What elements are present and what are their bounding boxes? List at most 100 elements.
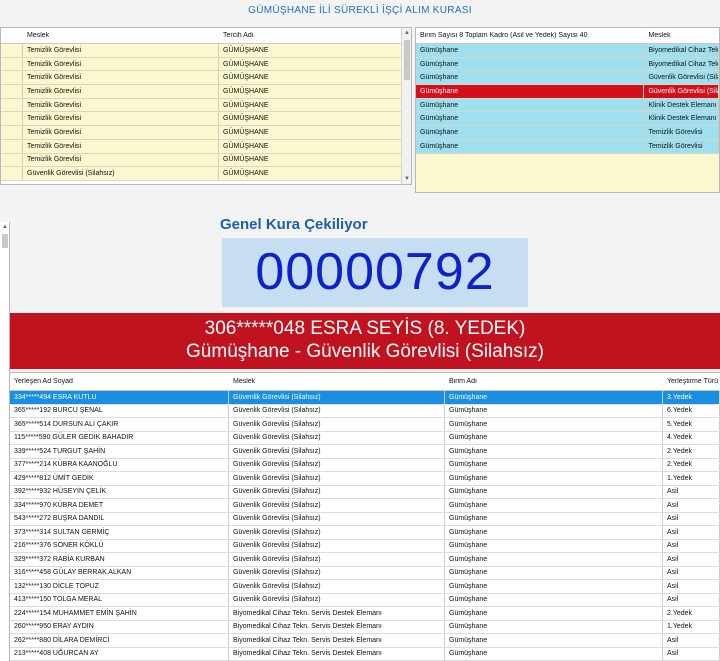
cell-tur: 5.Yedek: [663, 418, 720, 431]
table-row[interactable]: 413*****150 TOLGA MERAL Güvenlik Görevlis…: [10, 593, 720, 607]
cell-ad-soyad: 132*****130 DİCLE TOPUZ: [10, 580, 229, 593]
cell-tur: 6.Yedek: [663, 404, 720, 417]
scroll-up-icon[interactable]: ▲: [0, 222, 10, 232]
table-row[interactable]: 392*****932 HÜSEYİN ÇELİK Güvenlik Görevl…: [10, 485, 720, 499]
table-row[interactable]: 329*****372 RABİA KURBAN Güvenlik Görevli…: [10, 553, 720, 567]
cell-tur: 2.Yedek: [663, 607, 720, 620]
cell-ad-soyad: 329*****372 RABİA KURBAN: [10, 553, 229, 566]
winner-unit: Gümüşhane - Güvenlik Görevlisi (Silahsız…: [186, 341, 544, 362]
table-row[interactable]: Güvenlik Görevlisi (Silahsız) GÜMÜŞHANE: [1, 167, 411, 181]
cell-tercih: GÜMÜŞHANE: [219, 85, 403, 98]
table-row[interactable]: Gümüşhane Biyomedikal Cihaz Tekn.: [416, 44, 719, 58]
table-row[interactable]: Gümüşhane Klinik Destek Elemanı (H: [416, 112, 719, 127]
table-row[interactable]: 216*****376 SONER KÖKLÜ Güvenlik Görevlis…: [10, 539, 720, 553]
cell-meslek: Güvenlik Görevlisi (Silahsız): [23, 167, 219, 180]
cell-meslek: Güvenlik Görevlisi (Silahsı: [644, 85, 719, 98]
column-header-ad-soyad[interactable]: Yerleşen Ad Soyad: [10, 378, 229, 385]
table-row[interactable]: Temizlik Görevlisi GÜMÜŞHANE: [1, 112, 411, 127]
column-header-meslek[interactable]: Meslek: [229, 378, 445, 385]
cell-birim: Gümüşhane: [416, 126, 645, 139]
table-row[interactable]: Gümüşhane Temizlik Görevlisi: [416, 139, 719, 154]
table-row[interactable]: GümüşhaneGüvenlik Görevlisi (Silahsı: [416, 85, 719, 99]
cell-birim: Gümüşhane: [445, 593, 663, 606]
table-row[interactable]: Temizlik Görevlisi GÜMÜŞHANE: [1, 57, 411, 72]
cell-ad-soyad: 543*****272 BUŞRA DANDIL: [10, 512, 229, 525]
column-header-birim[interactable]: Birim Adı: [445, 378, 663, 385]
column-header-tercih[interactable]: Tercih Adı: [219, 32, 403, 39]
table-header: Birim Sayısı 8 Toplam Kadro (Asil ve Yed…: [416, 28, 719, 44]
cell-birim: Gümüşhane: [416, 71, 645, 85]
table-body: 334*****494 ESRA KUTLU Güvenlik Görevlisi…: [10, 391, 720, 661]
cell-meslek: Biyomedikal Cihaz Tekn. Servis Destek El…: [229, 607, 445, 620]
table-row[interactable]: Temizlik Görevlisi GÜMÜŞHANE: [1, 71, 411, 86]
table-row[interactable]: Temizlik Görevlisi GÜMÜŞHANE: [1, 44, 411, 58]
table-row[interactable]: 260*****950 ERAY AYDIN Biyomedikal Cihaz …: [10, 620, 720, 634]
column-header-birim[interactable]: Birim Sayısı 8 Toplam Kadro (Asil ve Yed…: [416, 32, 644, 39]
cell-meslek: Biyomedikal Cihaz Tekn. Servis Destek El…: [229, 634, 445, 647]
table-row[interactable]: 429*****812 ÜMİT GEDİK Güvenlik Görevlisi…: [10, 472, 720, 486]
cell-tur: Asil: [663, 512, 720, 525]
cell-meslek: Temizlik Görevlisi: [644, 126, 719, 139]
table-row[interactable]: Temizlik Görevlisi GÜMÜŞHANE: [1, 85, 411, 99]
table-row[interactable]: 543*****272 BUŞRA DANDIL Güvenlik Görevli…: [10, 512, 720, 526]
cell-birim: Gümüşhane: [445, 512, 663, 525]
cell-meslek: Biyomedikal Cihaz Tekn.: [644, 57, 719, 71]
row-indicator: [1, 167, 23, 180]
scroll-thumb[interactable]: [2, 234, 8, 248]
cell-tur: Asil: [663, 485, 720, 498]
table-row[interactable]: Temizlik Görevlisi GÜMÜŞHANE: [1, 126, 411, 140]
cell-ad-soyad: 392*****932 HÜSEYİN ÇELİK: [10, 485, 229, 498]
cell-tur: 2.Yedek: [663, 458, 720, 471]
cell-ad-soyad: 213*****408 UĞURCAN AY: [10, 647, 229, 660]
table-row[interactable]: Gümüşhane Klinik Destek Elemanı (H: [416, 98, 719, 113]
table-row[interactable]: 334*****494 ESRA KUTLU Güvenlik Görevlisi…: [10, 391, 720, 405]
cell-ad-soyad: 334*****970 KÜBRA DEMET: [10, 499, 229, 512]
scroll-thumb[interactable]: [404, 40, 410, 80]
table-header: Meslek Tercih Adı: [1, 28, 411, 44]
cell-tur: Asil: [663, 566, 720, 579]
cell-birim: Gümüşhane: [445, 458, 663, 471]
table-row[interactable]: 132*****130 DİCLE TOPUZ Güvenlik Görevlis…: [10, 580, 720, 594]
vertical-scrollbar[interactable]: ▲ ▼: [401, 28, 411, 184]
table-row[interactable]: 334*****970 KÜBRA DEMET Güvenlik Görevlis…: [10, 499, 720, 513]
table-row[interactable]: 377*****214 KÜBRA KAANOĞLU Güvenlik Görev…: [10, 458, 720, 472]
cell-meslek: Temizlik Görevlisi: [23, 126, 219, 139]
table-row[interactable]: 316*****458 GÜLAY BERRAK ALKAN Güvenlik G…: [10, 566, 720, 580]
table-row[interactable]: 365*****514 DURSUN ALİ ÇAKIR Güvenlik Gör…: [10, 418, 720, 432]
table-row[interactable]: Gümüşhane Biyomedikal Cihaz Tekn.: [416, 57, 719, 72]
row-indicator: [1, 112, 23, 126]
cell-tercih: GÜMÜŞHANE: [219, 112, 403, 126]
table-row[interactable]: Gümüşhane Güvenlik Görevlisi (Silah: [416, 71, 719, 86]
cell-birim: Gümüşhane: [445, 431, 663, 444]
scroll-down-icon[interactable]: ▼: [402, 174, 411, 184]
table-row[interactable]: 224*****154 MUHAMMET EMİN ŞAHİN Biyomedik…: [10, 607, 720, 621]
left-scrollbar[interactable]: ▲: [0, 222, 10, 661]
table-row[interactable]: Temizlik Görevlisi GÜMÜŞHANE: [1, 153, 411, 168]
table-row[interactable]: Temizlik Görevlisi GÜMÜŞHANE: [1, 98, 411, 113]
table-row[interactable]: 339*****524 TURGUT ŞAHİN Güvenlik Görevli…: [10, 445, 720, 459]
cell-meslek: Güvenlik Görevlisi (Silahsız): [229, 431, 445, 444]
cell-meslek: Güvenlik Görevlisi (Silahsız): [229, 566, 445, 579]
column-header-meslek[interactable]: Meslek: [644, 32, 719, 39]
column-header-tur[interactable]: Yerleştirme Türü: [663, 378, 720, 385]
cell-birim: Gümüşhane: [416, 85, 645, 98]
row-indicator: [1, 98, 23, 112]
table-row[interactable]: Temizlik Görevlisi GÜMÜŞHANE: [1, 139, 411, 154]
cell-birim: Gümüşhane: [445, 620, 663, 633]
table-row[interactable]: 213*****408 UĞURCAN AY Biyomedikal Cihaz …: [10, 647, 720, 661]
cell-meslek: Biyomedikal Cihaz Tekn. Servis Destek El…: [229, 647, 445, 660]
cell-tercih: GÜMÜŞHANE: [219, 71, 403, 85]
table-row[interactable]: 262*****880 DİLARA DEMİRCİ Biyomedikal Ci…: [10, 634, 720, 648]
cell-ad-soyad: 316*****458 GÜLAY BERRAK ALKAN: [10, 566, 229, 579]
cell-birim: Gümüşhane: [416, 44, 645, 57]
draw-title: Genel Kura Çekiliyor: [220, 216, 368, 233]
scroll-up-icon[interactable]: ▲: [402, 28, 411, 38]
column-header-meslek[interactable]: Meslek: [23, 32, 219, 39]
table-row[interactable]: 373*****314 SULTAN GERMİÇ Güvenlik Görevl…: [10, 526, 720, 540]
table-row[interactable]: 365*****192 BURCU ŞENAL Güvenlik Görevlis…: [10, 404, 720, 418]
cell-meslek: Güvenlik Görevlisi (Silahsız): [229, 580, 445, 593]
cell-meslek: Klinik Destek Elemanı (H: [644, 98, 719, 112]
row-indicator: [1, 85, 23, 98]
table-row[interactable]: 115*****590 GÜLER GEDİK BAHADIR Güvenlik …: [10, 431, 720, 445]
table-row[interactable]: Gümüşhane Temizlik Görevlisi: [416, 126, 719, 140]
